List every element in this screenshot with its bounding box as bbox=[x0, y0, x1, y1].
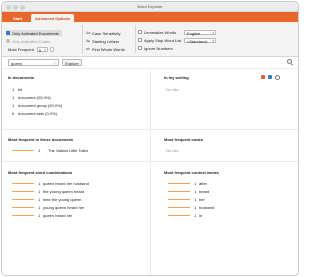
ribbon-separator bbox=[135, 25, 136, 53]
tab-start[interactable]: Start bbox=[9, 14, 26, 22]
title-bar: Word Explorer bbox=[2, 2, 298, 12]
language-select[interactable]: English bbox=[184, 29, 216, 36]
stop-word-list-control: Apply Stop Word List <Standard> bbox=[138, 37, 216, 44]
word-explorer-window: Word Explorer Start Advanced Options Onl… bbox=[1, 1, 299, 276]
window-title: Word Explorer bbox=[137, 4, 163, 9]
context-words-title: Most frequent context words bbox=[164, 170, 219, 175]
list-item[interactable]: 1 hit bbox=[12, 87, 22, 92]
list-item[interactable]: 1 after bbox=[168, 181, 207, 186]
most-frequent-stepper[interactable] bbox=[49, 46, 54, 52]
stop-word-checkbox[interactable] bbox=[138, 38, 142, 42]
list-item[interactable]: 1 time the young queen bbox=[12, 197, 81, 202]
list-item[interactable]: 1 in bbox=[168, 213, 202, 218]
only-activated-codes-toggle[interactable]: Only Activated Codes bbox=[6, 38, 50, 44]
code-icon bbox=[6, 39, 10, 43]
frequency-bar bbox=[168, 198, 190, 201]
clear-search-icon[interactable]: ⓧ bbox=[53, 60, 57, 67]
in-documents-title: In documents bbox=[8, 75, 35, 80]
frequency-bar bbox=[168, 214, 190, 217]
tab-advanced-options[interactable]: Advanced Options bbox=[31, 14, 75, 22]
explore-button[interactable]: Explore bbox=[62, 59, 82, 66]
frequency-bar bbox=[12, 182, 34, 185]
search-input[interactable]: queen ⓧ bbox=[8, 59, 59, 66]
ignore-numbers-toggle[interactable]: Ignore Numbers bbox=[138, 45, 173, 51]
ribbon-options: Only Activated Documents Only Activated … bbox=[2, 22, 298, 57]
word-combinations-title: Most frequent word combinations bbox=[8, 170, 73, 175]
context-words-panel: Most frequent context words 1 after 1 he… bbox=[164, 170, 294, 218]
frequency-bar bbox=[168, 206, 190, 209]
list-item[interactable]: 1 queen heard her husband bbox=[12, 181, 89, 186]
frequency-bar bbox=[168, 190, 190, 193]
ribbon-tab-bar: Start Advanced Options bbox=[2, 12, 298, 22]
panel-divider bbox=[150, 69, 151, 275]
search-row: queen ⓧ Explore bbox=[2, 58, 298, 67]
frequency-bar bbox=[168, 182, 190, 185]
case-sensitivity-toggle[interactable]: Aa Case Sensitivity bbox=[86, 30, 120, 36]
frequency-bar bbox=[12, 198, 34, 201]
ribbon-separator bbox=[82, 25, 83, 53]
stop-word-list-select[interactable]: <Standard> bbox=[184, 37, 216, 44]
most-frequent-documents-title: Most frequent in these documents bbox=[8, 137, 74, 142]
word-cloud-icon[interactable] bbox=[268, 75, 272, 79]
results-panels: In documents 1 hit 1 document (25,0%) 1 … bbox=[2, 68, 298, 275]
frequency-bar bbox=[12, 214, 34, 217]
list-item[interactable]: 1 The Valiant Little Tailor bbox=[12, 148, 88, 153]
list-item[interactable]: 1 document (25,0%) bbox=[12, 95, 51, 100]
word-combinations-panel: Most frequent word combinations 1 queen … bbox=[8, 170, 146, 218]
list-item[interactable]: 1 document group (50,0%) bbox=[12, 103, 62, 108]
starting-letters-icon: A▸ bbox=[86, 39, 91, 43]
lemmatize-checkbox[interactable] bbox=[138, 30, 142, 34]
frequency-bar bbox=[12, 190, 34, 193]
document-icon bbox=[6, 31, 10, 35]
panel-divider bbox=[2, 129, 298, 130]
most-frequent-documents-panel: Most frequent in these documents 1 The V… bbox=[8, 137, 146, 153]
ignore-numbers-checkbox[interactable] bbox=[138, 46, 142, 50]
find-whole-words-toggle[interactable]: ab Find Whole Words bbox=[86, 46, 125, 52]
list-item[interactable]: 1 young queen heard her bbox=[12, 205, 84, 210]
in-documents-panel: In documents 1 hit 1 document (25,0%) 1 … bbox=[8, 75, 146, 116]
most-frequent-codes-title: Most frequent codes bbox=[164, 137, 204, 142]
whole-words-icon: ab bbox=[86, 47, 90, 51]
lemmatize-words-control: Lemmatize Words English bbox=[138, 29, 216, 36]
no-hits-text: No hits bbox=[166, 87, 179, 92]
frequency-bar bbox=[12, 206, 34, 209]
most-frequent-control: Most Frequent 5 bbox=[8, 46, 54, 53]
export-icon[interactable] bbox=[261, 75, 265, 79]
no-hits-text: No hits bbox=[166, 148, 179, 153]
case-icon: Aa bbox=[86, 31, 91, 35]
starting-letters-toggle[interactable]: A▸ Starting Letters bbox=[86, 38, 119, 44]
panel-divider bbox=[2, 161, 298, 162]
search-results-icon[interactable] bbox=[275, 75, 280, 80]
search-icon[interactable] bbox=[287, 59, 292, 64]
list-item[interactable]: 1 queen heard her bbox=[12, 213, 72, 218]
list-item[interactable]: 0 document sets (0,0%) bbox=[12, 111, 57, 116]
list-item[interactable]: 1 heard bbox=[168, 189, 209, 194]
most-frequent-value[interactable]: 5 bbox=[36, 46, 48, 53]
list-item[interactable]: 1 her bbox=[168, 197, 205, 202]
frequency-bar bbox=[12, 149, 34, 152]
list-item[interactable]: 1 the young queen heard bbox=[12, 189, 84, 194]
only-activated-documents-toggle[interactable]: Only Activated Documents bbox=[6, 30, 62, 36]
list-item[interactable]: 1 husband bbox=[168, 205, 214, 210]
most-frequent-codes-panel: Most frequent codes No hits bbox=[164, 137, 294, 153]
